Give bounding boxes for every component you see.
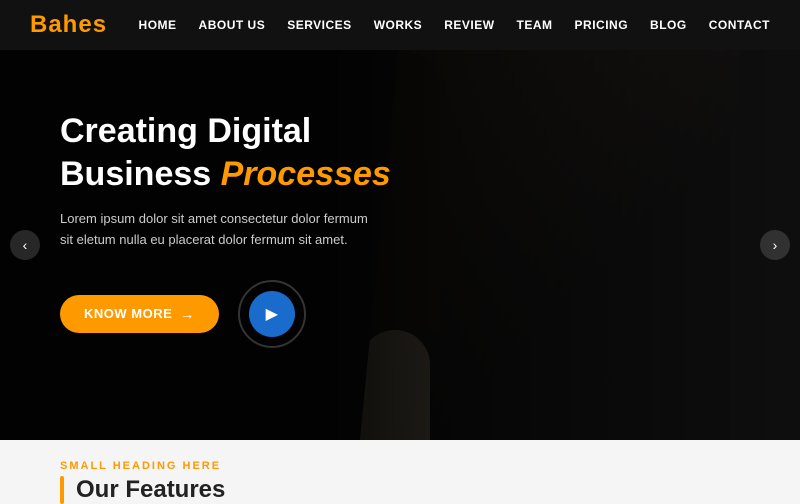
carousel-next-button[interactable]: ›	[760, 230, 790, 260]
nav-review[interactable]: REVIEW	[444, 18, 494, 32]
hero-description: Lorem ipsum dolor sit amet consectetur d…	[60, 209, 380, 251]
know-more-arrow: →	[180, 306, 195, 322]
play-wrapper: ▶	[237, 279, 307, 349]
nav-pricing[interactable]: PRICING	[575, 18, 629, 32]
nav-home[interactable]: HOME	[139, 18, 177, 32]
hero-title-accent: Processes	[221, 155, 391, 193]
navbar: Bahes HOME ABOUT US SERVICES WORKS REVIE…	[0, 0, 800, 50]
nav-blog[interactable]: BLOG	[650, 18, 687, 32]
play-ring	[238, 280, 306, 348]
nav-contact[interactable]: CONTACT	[709, 18, 770, 32]
know-more-label: KNOW MORE	[84, 306, 172, 321]
hero-content: Creating Digital Business Processes Lore…	[60, 110, 391, 349]
logo[interactable]: Bahes	[30, 11, 107, 39]
know-more-button[interactable]: KNOW MORE →	[60, 295, 219, 333]
features-small-heading: SMALL HEADING HERE	[60, 460, 740, 472]
nav-works[interactable]: WORKS	[374, 18, 423, 32]
carousel-prev-button[interactable]: ‹	[10, 230, 40, 260]
nav-services[interactable]: SERVICES	[287, 18, 351, 32]
nav-links: HOME ABOUT US SERVICES WORKS REVIEW TEAM…	[139, 16, 770, 34]
hero-section: Creating Digital Business Processes Lore…	[0, 50, 800, 440]
hero-actions: KNOW MORE → ▶	[60, 279, 391, 349]
hero-title-line1: Creating Digital	[60, 112, 311, 150]
nav-team[interactable]: TEAM	[517, 18, 553, 32]
hero-title: Creating Digital Business Processes	[60, 110, 391, 195]
nav-about[interactable]: ABOUT US	[199, 18, 266, 32]
hero-title-line2: Business	[60, 155, 221, 193]
features-section: SMALL HEADING HERE Our Features	[0, 440, 800, 500]
